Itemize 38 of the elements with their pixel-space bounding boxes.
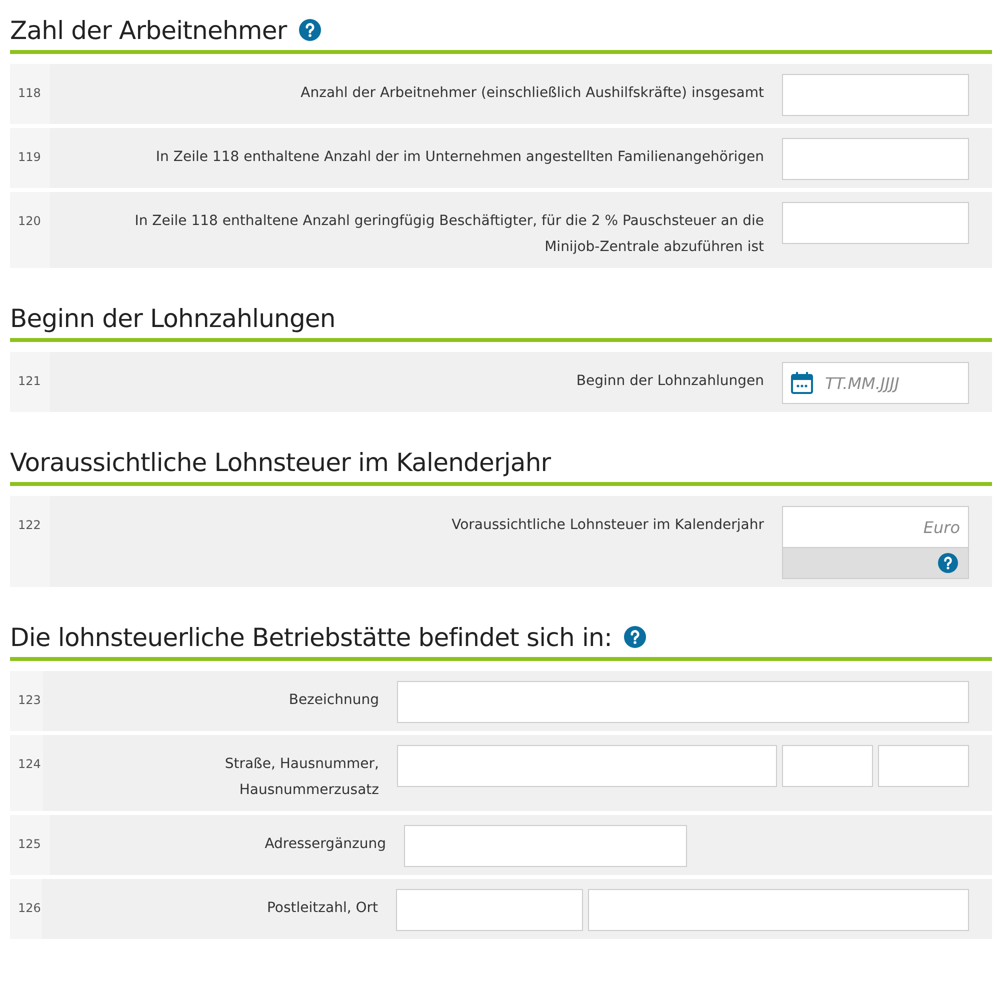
field-label: Voraussichtliche Lohnsteuer im Kalenderjahr bbox=[452, 516, 764, 535]
input-field[interactable] bbox=[782, 74, 969, 116]
input-field[interactable] bbox=[782, 745, 873, 787]
input-field[interactable] bbox=[397, 745, 777, 787]
line-number: 122 bbox=[18, 518, 41, 532]
line-number: 125 bbox=[18, 837, 41, 851]
section-heading: Zahl der Arbeitnehmer bbox=[10, 16, 287, 44]
line-number: 118 bbox=[18, 86, 41, 100]
input-field[interactable] bbox=[588, 889, 969, 931]
input-field[interactable] bbox=[397, 681, 969, 723]
field-label: In Zeile 118 enthaltene Anzahl der im Unternehmen angestellten Familienangehörigen bbox=[156, 148, 764, 167]
line-number: 123 bbox=[18, 693, 41, 707]
line-number: 119 bbox=[18, 150, 41, 164]
field-label: Beginn der Lohnzahlungen bbox=[576, 372, 764, 391]
line-number: 121 bbox=[18, 374, 41, 388]
calendar-icon[interactable] bbox=[790, 371, 814, 395]
input-field[interactable] bbox=[396, 889, 583, 931]
field-label: In Zeile 118 enthaltene Anzahl geringfügig Beschäftigter, für die 2 % Pauschsteuer an die Minijob-Zentrale abzuführen ist bbox=[134, 212, 764, 257]
input-field[interactable] bbox=[782, 138, 969, 180]
input-field[interactable] bbox=[782, 202, 969, 244]
field-label: Adressergänzung bbox=[264, 835, 386, 854]
amount-field[interactable]: Euro bbox=[782, 506, 969, 548]
section-heading: Die lohnsteuerliche Betriebstätte befindet sich in: bbox=[10, 622, 612, 652]
field-label: Straße, Hausnummer, Hausnummerzusatz bbox=[224, 755, 379, 800]
field-label: Anzahl der Arbeitnehmer (einschließlich Aushilfskräfte) insgesamt bbox=[300, 84, 764, 103]
input-field[interactable] bbox=[404, 825, 687, 867]
line-number: 120 bbox=[18, 214, 41, 228]
help-icon[interactable] bbox=[624, 626, 646, 648]
line-number: 124 bbox=[18, 757, 41, 771]
field-label: Postleitzahl, Ort bbox=[266, 899, 378, 918]
input-field[interactable] bbox=[878, 745, 969, 787]
section-heading: Voraussichtliche Lohnsteuer im Kalenderjahr bbox=[10, 448, 551, 476]
help-icon[interactable] bbox=[938, 553, 958, 573]
line-number: 126 bbox=[18, 901, 41, 915]
section-heading: Beginn der Lohnzahlungen bbox=[10, 304, 336, 332]
field-label: Bezeichnung bbox=[288, 691, 379, 710]
date-field[interactable]: TT.MM.JJJJ bbox=[782, 362, 969, 404]
help-icon[interactable] bbox=[298, 19, 321, 41]
